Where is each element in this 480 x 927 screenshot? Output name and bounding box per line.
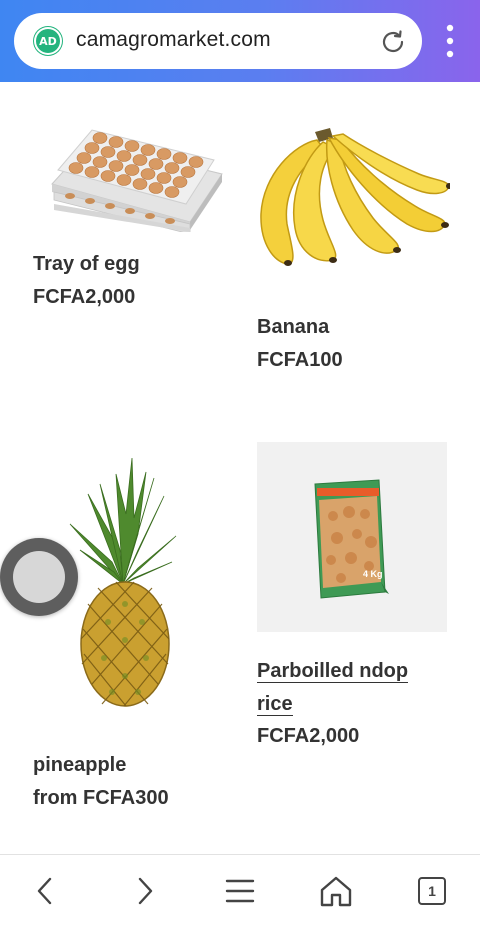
banana-image[interactable] — [255, 124, 450, 269]
product-name-line2[interactable]: rice — [257, 693, 293, 716]
address-bar[interactable]: AD camagromarket.com — [14, 13, 422, 69]
more-options-icon[interactable] — [440, 22, 460, 60]
pineapple-image[interactable] — [68, 454, 178, 714]
tab-count: 1 — [418, 877, 446, 905]
bag-weight-label: 4 Kg — [363, 569, 383, 579]
product-name[interactable]: rice — [257, 691, 293, 717]
back-icon[interactable] — [26, 871, 66, 911]
forward-icon[interactable] — [124, 871, 164, 911]
tabs-icon[interactable]: 1 — [412, 871, 452, 911]
product-name[interactable]: pineapple — [33, 754, 126, 777]
assistive-touch-inner — [13, 551, 65, 603]
product-name[interactable]: Tray of egg — [33, 253, 140, 276]
home-icon[interactable] — [316, 871, 356, 911]
product-name[interactable]: Banana — [257, 316, 329, 339]
egg-tray-image[interactable] — [40, 112, 230, 232]
reload-icon[interactable] — [378, 27, 408, 57]
browser-nav-bar: 1 — [0, 854, 480, 927]
product-name[interactable]: Parboilled ndop — [257, 658, 409, 684]
rice-product-tile[interactable]: 4 Kg — [257, 442, 447, 632]
product-name-line1[interactable]: Parboilled ndop — [257, 660, 409, 683]
ad-block-icon[interactable]: AD — [34, 27, 62, 55]
product-price: from FCFA300 — [33, 787, 169, 809]
browser-toolbar: AD camagromarket.com — [0, 0, 480, 82]
assistive-touch-button[interactable] — [0, 538, 78, 616]
rice-bag-image[interactable]: 4 Kg — [257, 442, 447, 632]
url-text[interactable]: camagromarket.com — [76, 28, 271, 52]
menu-icon[interactable] — [220, 871, 260, 911]
product-grid: Tray of egg FCFA2,000 Banana FCFA100 pin… — [0, 82, 480, 854]
product-price: FCFA2,000 — [257, 725, 360, 747]
product-price: FCFA100 — [257, 349, 343, 371]
product-price: FCFA2,000 — [33, 286, 136, 308]
